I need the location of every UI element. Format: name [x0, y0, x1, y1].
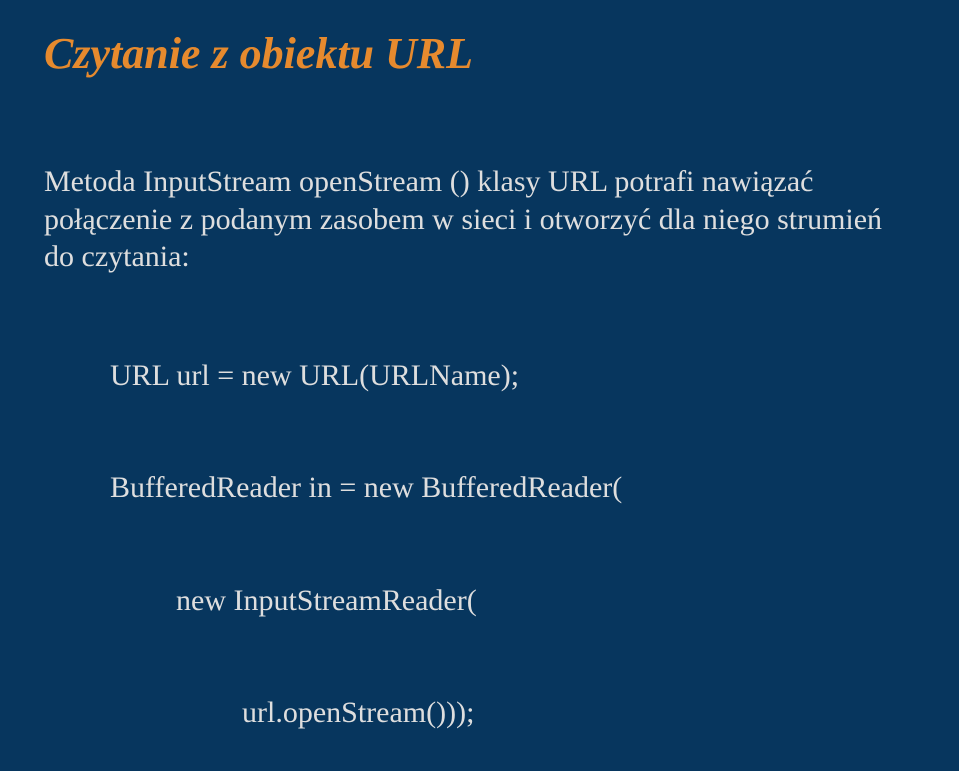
slide-title: Czytanie z obiektu URL [44, 28, 915, 79]
code-line: new InputStreamReader( [176, 582, 915, 620]
code-block: URL url = new URL(URLName); BufferedRead… [110, 282, 915, 771]
slide: Czytanie z obiektu URL Metoda InputStrea… [0, 0, 959, 771]
code-line: URL url = new URL(URLName); [110, 357, 915, 395]
code-line: url.openStream())); [242, 694, 915, 732]
intro-text: Metoda InputStream openStream () klasy U… [44, 163, 915, 276]
code-line: BufferedReader in = new BufferedReader( [110, 469, 915, 507]
slide-body: Metoda InputStream openStream () klasy U… [44, 163, 915, 771]
